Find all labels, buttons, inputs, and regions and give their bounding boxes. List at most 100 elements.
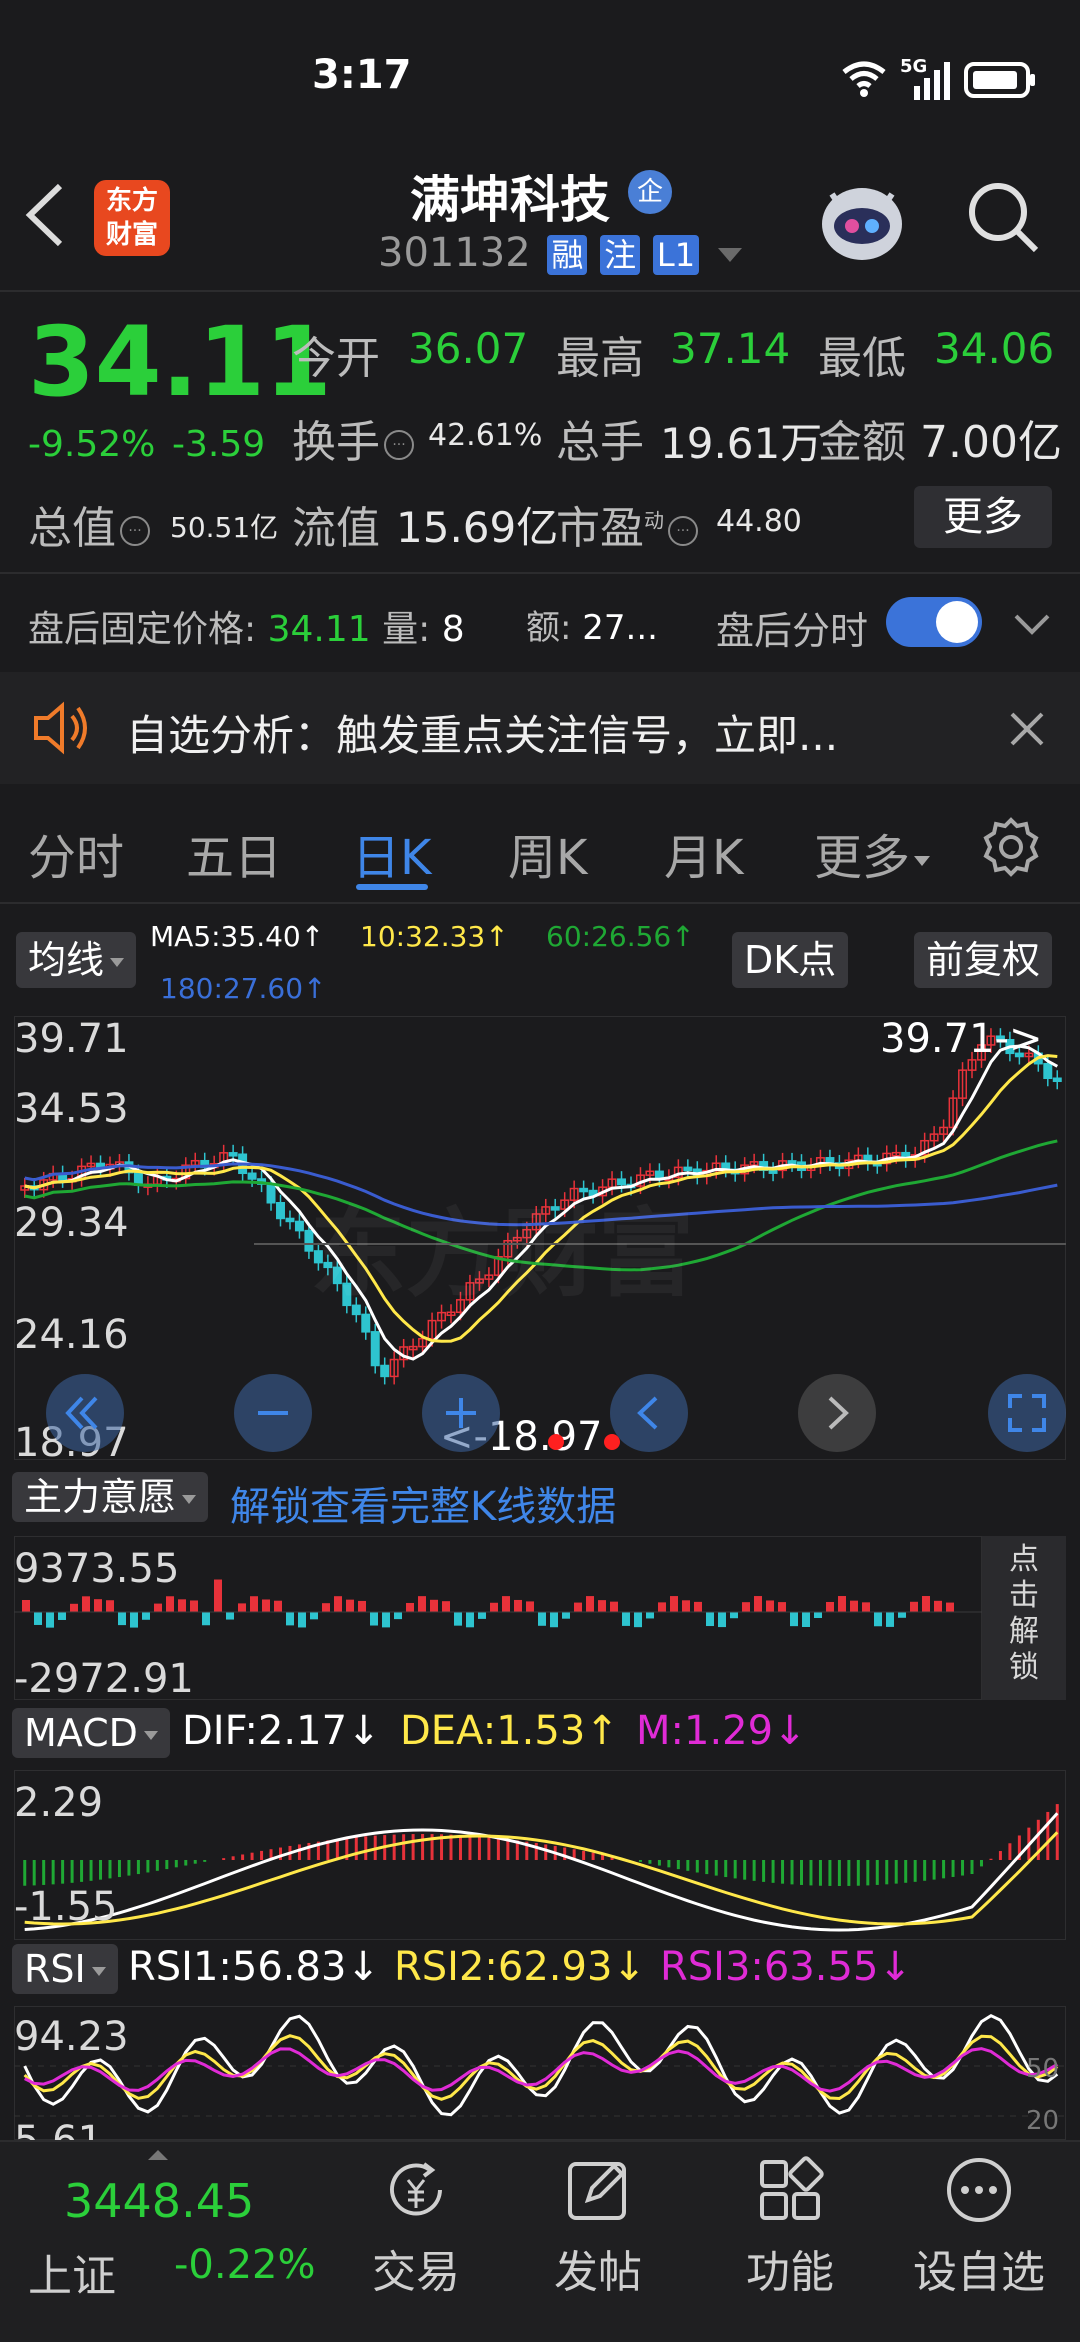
- adjust-button[interactable]: 前复权: [914, 932, 1053, 988]
- macd-line: [24, 1812, 1059, 1932]
- unlock-link[interactable]: 解锁查看完整K线数据: [230, 1474, 616, 1532]
- info-icon[interactable]: ···: [668, 516, 698, 546]
- tab-five-day[interactable]: 五日: [186, 818, 282, 888]
- zoom-out-button[interactable]: [234, 1374, 312, 1452]
- fullscreen-button[interactable]: [988, 1374, 1066, 1452]
- capital-bar: [670, 1596, 678, 1612]
- notice-text[interactable]: 自选分析：触发重点关注信号，立即...: [126, 702, 838, 763]
- ma-selector[interactable]: 均线: [16, 932, 137, 988]
- trade-icon: [390, 2162, 442, 2216]
- close-icon[interactable]: [1008, 710, 1046, 752]
- capital-bar: [274, 1600, 282, 1612]
- capital-bar: [694, 1601, 702, 1612]
- change-percent: -9.52%: [28, 424, 156, 465]
- toggle-knob: [936, 601, 978, 643]
- info-icon[interactable]: ···: [384, 430, 414, 460]
- capital-bar: [754, 1596, 762, 1612]
- nav-trade[interactable]: 交易: [356, 2150, 476, 2320]
- capital-bar: [850, 1600, 858, 1612]
- pe-label: 市盈动 ···: [556, 492, 702, 556]
- capital-bar: [946, 1602, 954, 1612]
- open-label: 今开: [292, 333, 380, 384]
- tab-more[interactable]: 更多: [814, 818, 931, 888]
- rsi2-value: RSI2:62.93↓: [394, 1944, 646, 1990]
- dropdown-arrow-icon: [717, 248, 742, 262]
- info-icon[interactable]: ···: [120, 516, 150, 546]
- after-hours-price: 34.11: [267, 609, 371, 650]
- app-logo[interactable]: 东方 财富: [94, 180, 170, 256]
- tab-weekly-k[interactable]: 周K: [508, 818, 587, 888]
- max-marker: 39.71->: [880, 1016, 1043, 1062]
- capital-bar: [838, 1596, 846, 1612]
- float-value: 15.69亿: [396, 503, 559, 552]
- back-button[interactable]: [20, 180, 72, 254]
- macd-dif: DIF:2.17↓: [182, 1708, 381, 1754]
- more-dots-icon: [947, 2158, 1011, 2222]
- after-hours-toggle[interactable]: [886, 597, 982, 647]
- nav-functions[interactable]: 功能: [730, 2150, 850, 2320]
- capital-bar: [778, 1602, 786, 1612]
- scroll-right-button[interactable]: [798, 1374, 876, 1452]
- capital-top-label: 9373.55: [14, 1546, 180, 1592]
- capital-bar: [598, 1600, 606, 1612]
- capital-selector[interactable]: 主力意愿: [12, 1472, 209, 1522]
- ma-selector-label: 均线: [28, 938, 105, 982]
- candle: [1043, 1062, 1053, 1080]
- capital-bar: [502, 1596, 510, 1612]
- header-divider: [0, 290, 1080, 292]
- chevron-down-icon[interactable]: [1012, 612, 1052, 642]
- capital-bar: [478, 1612, 486, 1619]
- capital-bottom-label: -2972.91: [14, 1656, 194, 1702]
- nav-post[interactable]: 发帖: [538, 2150, 658, 2320]
- macd-selector[interactable]: MACD: [12, 1708, 170, 1758]
- capital-bar: [538, 1612, 546, 1626]
- zoom-back-button[interactable]: [46, 1374, 124, 1452]
- tab-daily-k[interactable]: 日K: [352, 818, 431, 888]
- capital-bar: [586, 1596, 594, 1612]
- red-dot-marker: [548, 1434, 564, 1450]
- nav-add-watchlist[interactable]: 设自选: [904, 2150, 1054, 2320]
- tap-unlock-button[interactable]: 点击解锁: [982, 1536, 1066, 1700]
- capital-bar: [718, 1612, 726, 1628]
- nav-trade-label: 交易: [372, 2247, 460, 2298]
- rsi-selector[interactable]: RSI: [12, 1944, 118, 1994]
- rsi-top-label: 94.23: [14, 2014, 129, 2060]
- capital-bar: [70, 1603, 78, 1612]
- capital-bar: [214, 1579, 222, 1612]
- index-name: 上证: [28, 2251, 116, 2302]
- tag-registered: 注: [600, 235, 641, 275]
- kline-chart[interactable]: 东方财富 39.71 34.53 29.34 24.16 18.97 39.71…: [14, 1016, 1066, 1466]
- tab-monthly-k[interactable]: 月K: [664, 818, 743, 888]
- rsi-line: [23, 2013, 1059, 2117]
- capital-bar: [226, 1612, 234, 1620]
- capital-bar: [526, 1601, 534, 1612]
- rsi-line: [24, 2047, 1059, 2093]
- stock-name: 满坤科技: [410, 171, 610, 229]
- nav-add-watchlist-label: 设自选: [913, 2247, 1045, 2298]
- stock-code-row[interactable]: 301132 融 注 L1: [378, 230, 742, 276]
- zoom-in-button[interactable]: [422, 1374, 500, 1452]
- candle: [361, 1313, 371, 1333]
- capital-bar: [682, 1600, 690, 1612]
- kline-y-label: 24.16: [14, 1312, 129, 1358]
- capital-bar: [730, 1612, 738, 1619]
- robot-avatar-icon[interactable]: [814, 172, 910, 272]
- scroll-left-button[interactable]: [610, 1374, 688, 1452]
- capital-bar: [46, 1612, 54, 1628]
- total-value: 50.51亿: [170, 511, 279, 544]
- turnover-label-text: 换手: [292, 417, 380, 468]
- index-ticker[interactable]: 3448.45 上证 -0.22%: [28, 2150, 328, 2320]
- capital-bar: [250, 1596, 258, 1612]
- dk-point-button[interactable]: DK点: [732, 932, 849, 988]
- capital-bar: [934, 1600, 942, 1612]
- rsi-selector-label: RSI: [24, 1947, 86, 1991]
- search-icon[interactable]: [966, 180, 1042, 260]
- gear-icon[interactable]: [980, 816, 1042, 882]
- tab-intraday[interactable]: 分时: [28, 818, 124, 888]
- total-value-label: 总值 ···: [28, 492, 154, 556]
- more-button[interactable]: 更多: [914, 486, 1052, 548]
- candle: [247, 1172, 257, 1180]
- capital-bar: [322, 1603, 330, 1612]
- capital-bar: [802, 1612, 810, 1627]
- capital-bar: [622, 1612, 630, 1626]
